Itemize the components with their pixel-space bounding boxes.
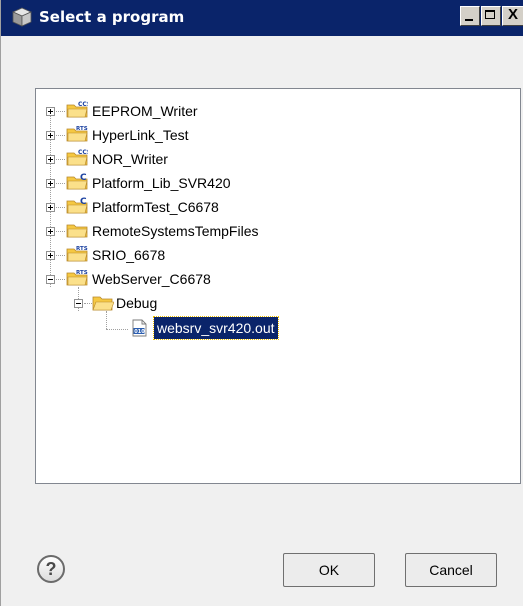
tree-item-nor-writer[interactable]: CCS NOR_Writer [36, 148, 516, 170]
tree-item-label: SRIO_6678 [92, 247, 166, 263]
maximize-icon [485, 10, 495, 19]
svg-text:RTSC: RTSC [76, 126, 88, 132]
tree-item-label: WebServer_C6678 [92, 271, 211, 287]
collapse-icon[interactable] [74, 299, 83, 308]
tree-connector [56, 183, 65, 185]
tree-item-label: websrv_svr420.out [153, 316, 279, 340]
window-title: Select a program [39, 8, 185, 26]
expand-icon[interactable] [46, 107, 55, 116]
binary-file-icon: 010 [132, 319, 147, 337]
rtsc-project-folder-icon: RTSC [66, 270, 88, 286]
svg-text:C: C [80, 173, 87, 183]
maximize-button[interactable] [481, 6, 501, 26]
tree-connector [56, 231, 65, 233]
tree-connector [56, 255, 65, 257]
tree-item-label: EEPROM_Writer [92, 103, 198, 119]
close-button[interactable]: X [502, 6, 523, 26]
expand-icon[interactable] [46, 203, 55, 212]
tree-item-hyperlink-test[interactable]: RTSC HyperLink_Test [36, 124, 516, 146]
tree-item-debug[interactable]: Debug [36, 292, 516, 314]
collapse-icon[interactable] [46, 275, 55, 284]
expand-icon[interactable] [46, 179, 55, 188]
tree-item-label: NOR_Writer [92, 151, 168, 167]
tree-item-srio-6678[interactable]: RTSC SRIO_6678 [36, 244, 516, 266]
tree-item-platform-lib-svr420[interactable]: C Platform_Lib_SVR420 [36, 172, 516, 194]
tree-connector [56, 207, 65, 209]
tree-item-remotesystemstempfiles[interactable]: RemoteSystemsTempFiles [36, 220, 516, 242]
program-tree[interactable]: CCS EEPROM_Writer RTSC HyperLink_Test CC… [35, 88, 521, 484]
tree-connector [56, 135, 65, 137]
title-bar[interactable]: Select a program X [1, 0, 523, 36]
tree-connector [56, 279, 65, 281]
c-project-folder-icon: C [66, 197, 88, 214]
tree-item-label: RemoteSystemsTempFiles [92, 223, 259, 239]
tree-item-label: Debug [116, 295, 158, 311]
svg-text:RTSC: RTSC [76, 246, 88, 252]
tree-connector [56, 111, 65, 113]
expand-icon[interactable] [46, 131, 55, 140]
close-icon: X [507, 6, 518, 23]
help-button[interactable]: ? [37, 555, 65, 583]
rtsc-project-folder-icon: RTSC [66, 126, 88, 142]
project-folder-icon [66, 224, 88, 238]
svg-text:CCS: CCS [78, 101, 88, 108]
c-project-folder-icon: C [66, 173, 88, 190]
minimize-button[interactable] [460, 6, 480, 26]
ccs-project-folder-icon: CCS [66, 149, 88, 166]
svg-text:C: C [80, 197, 87, 207]
tree-item-webserver-c6678[interactable]: RTSC WebServer_C6678 [36, 268, 516, 290]
ccs-project-folder-icon: CCS [66, 101, 88, 118]
ok-button[interactable]: OK [283, 553, 375, 587]
tree-item-websrv-svr420-out[interactable]: 010 websrv_svr420.out [36, 316, 516, 340]
tree-connector [106, 329, 128, 331]
expand-icon[interactable] [46, 227, 55, 236]
tree-connector [84, 303, 92, 305]
tree-item-platformtest-c6678[interactable]: C PlatformTest_C6678 [36, 196, 516, 218]
expand-icon[interactable] [46, 155, 55, 164]
expand-icon[interactable] [46, 251, 55, 260]
tree-connector [56, 159, 65, 161]
tree-item-label: HyperLink_Test [92, 127, 189, 143]
program-cube-icon [12, 7, 32, 27]
open-folder-icon [92, 296, 114, 311]
svg-text:CCS: CCS [78, 149, 88, 156]
svg-text:010: 010 [134, 329, 145, 335]
tree-item-label: Platform_Lib_SVR420 [92, 175, 231, 191]
tree-item-label: PlatformTest_C6678 [92, 199, 219, 215]
tree-item-eeprom-writer[interactable]: CCS EEPROM_Writer [36, 100, 516, 122]
cancel-button[interactable]: Cancel [405, 553, 497, 587]
minimize-icon [465, 19, 473, 21]
rtsc-project-folder-icon: RTSC [66, 246, 88, 262]
select-program-dialog: Select a program X CCS EEPROM_Writer [0, 0, 523, 606]
svg-text:RTSC: RTSC [76, 270, 88, 276]
